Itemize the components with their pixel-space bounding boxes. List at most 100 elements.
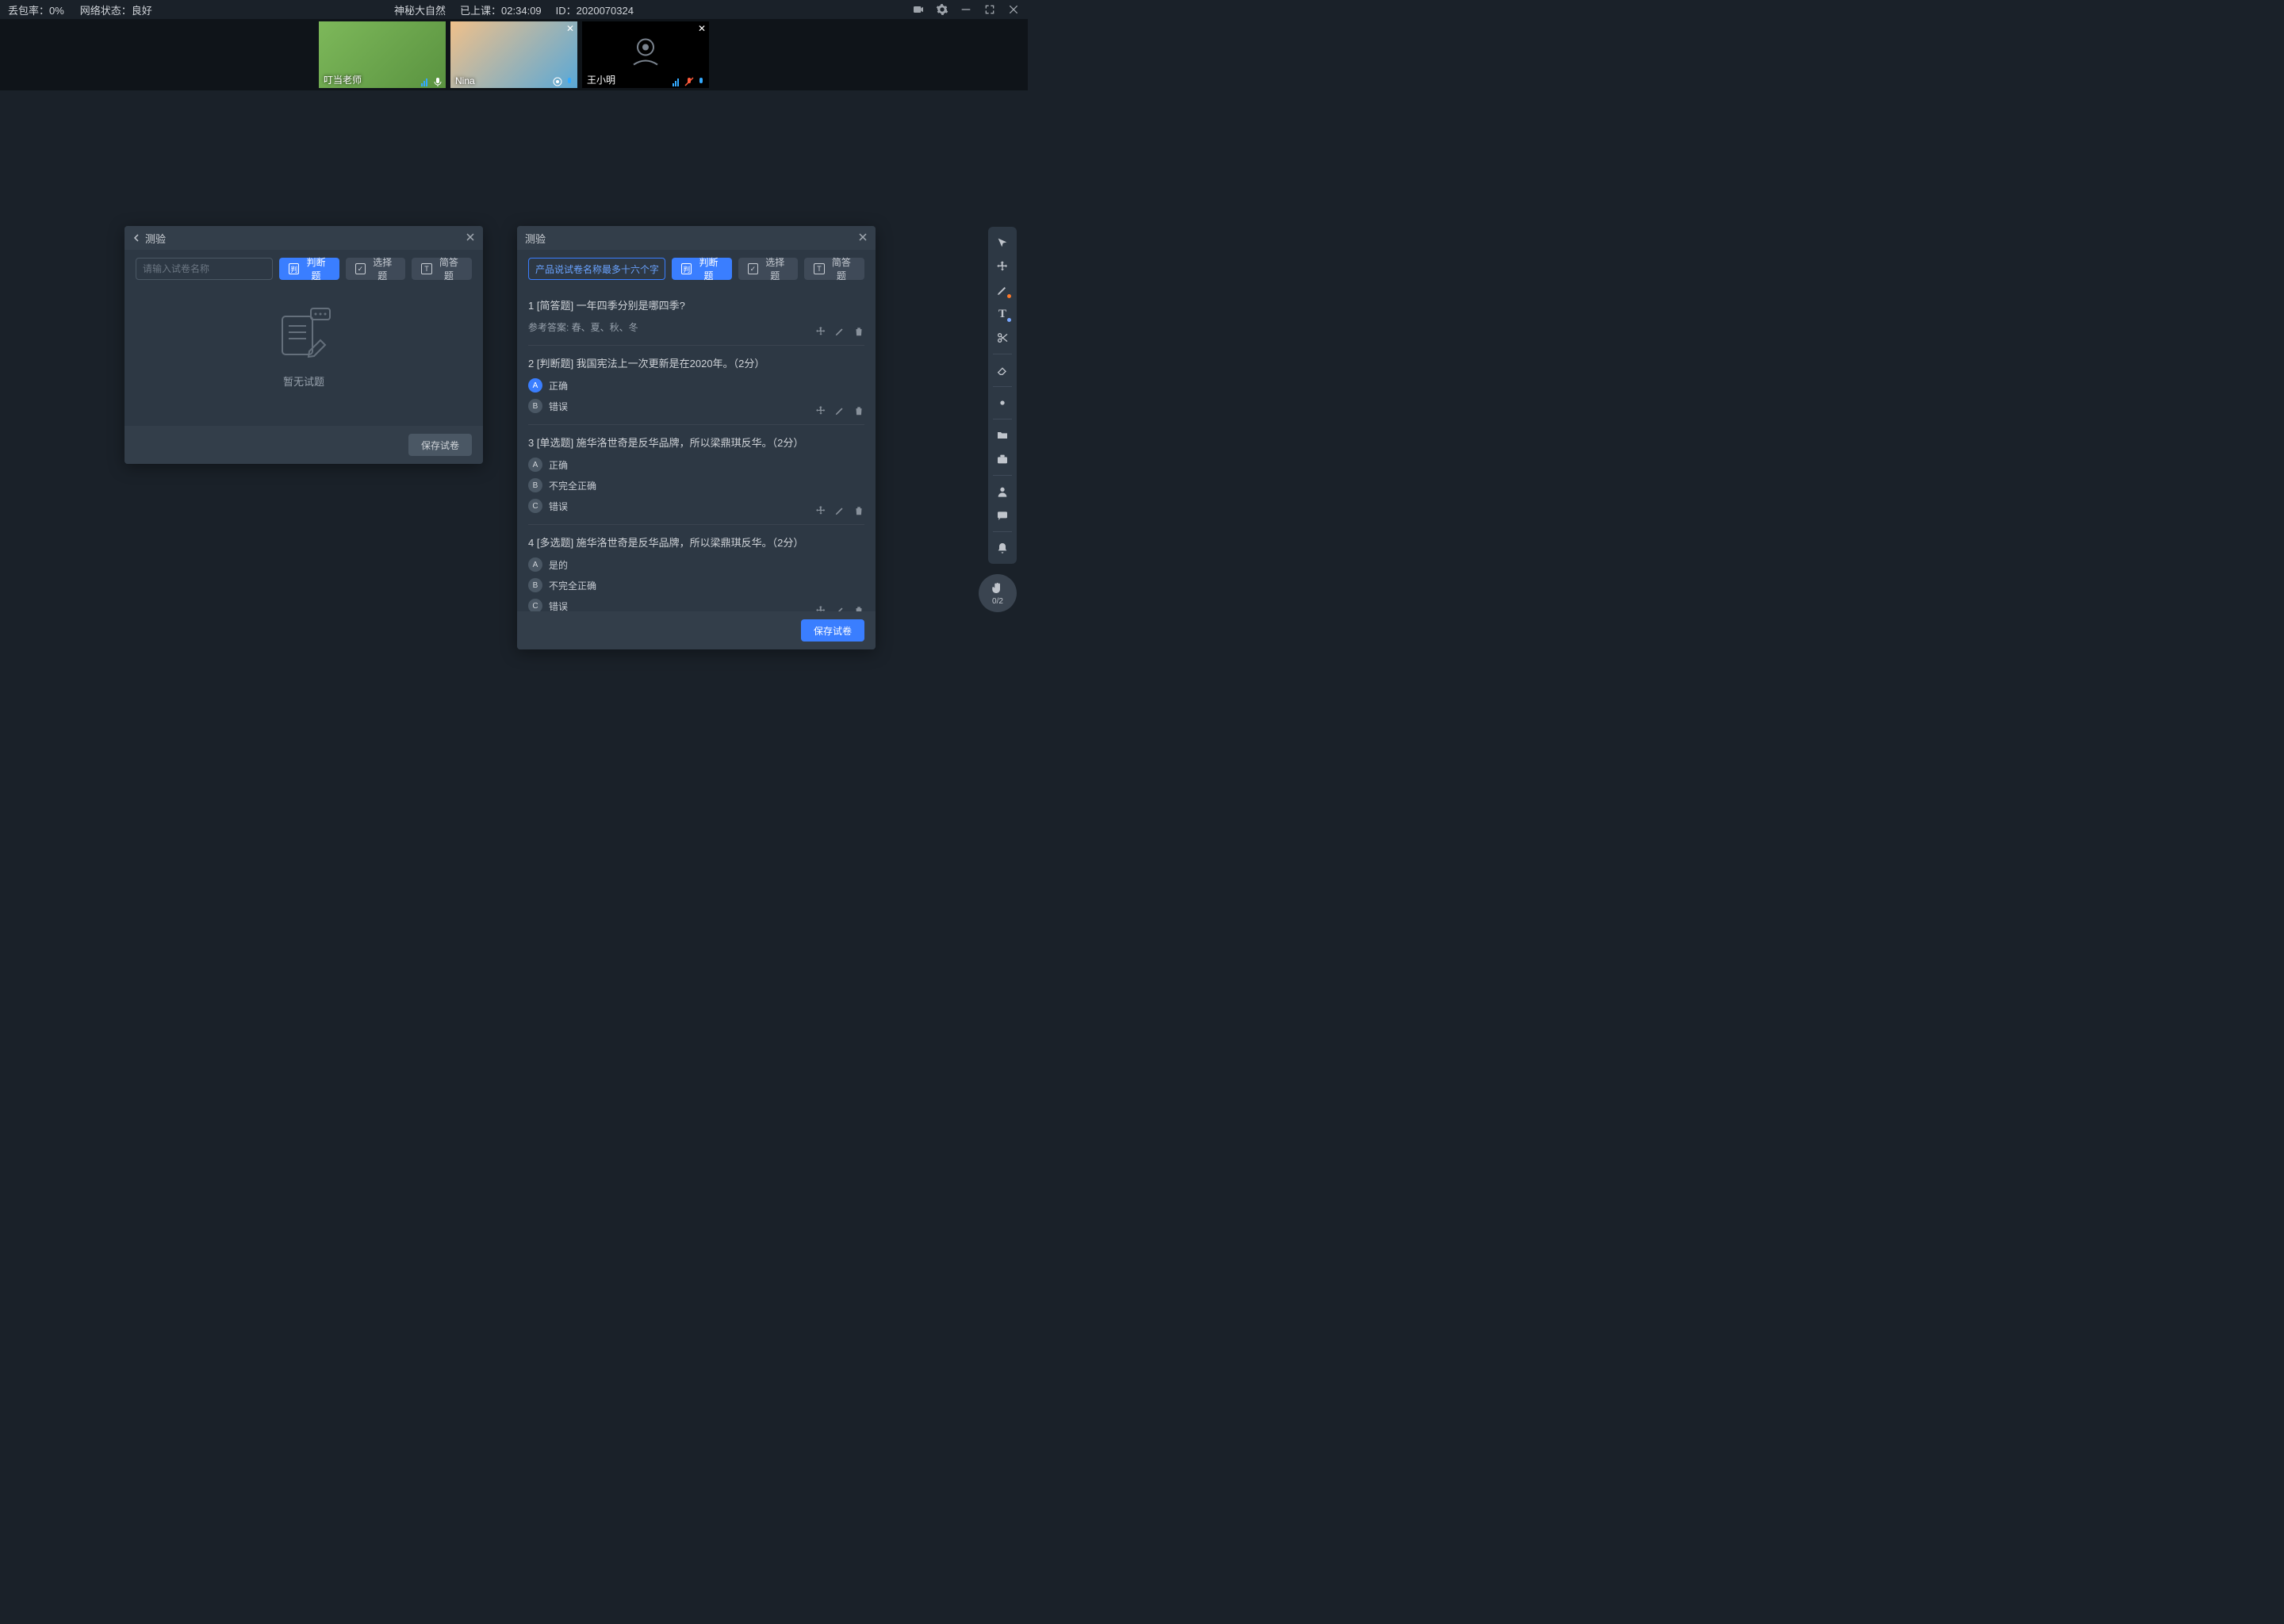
toolbox-tool-icon[interactable]	[991, 448, 1014, 470]
option-letter: B	[528, 399, 542, 413]
chat-tool-icon[interactable]	[991, 504, 1014, 527]
close-video-icon[interactable]: ✕	[698, 23, 706, 34]
option-letter: A	[528, 458, 542, 472]
choice-question-button[interactable]: ✓选择题	[738, 258, 799, 280]
question-item: 4 [多选题] 施华洛世奇是反华品牌，所以梁鼎琪反华。（2分） A 是的 B不完全正确…	[528, 525, 864, 611]
edit-question-icon[interactable]	[834, 326, 845, 337]
close-video-icon[interactable]: ✕	[566, 23, 574, 34]
network-status-label: 网络状态：良好	[80, 2, 152, 17]
move-question-icon[interactable]	[815, 405, 826, 416]
quiz-name-input[interactable]	[528, 258, 665, 280]
record-icon[interactable]	[912, 3, 925, 16]
question-heading: 1 [简答题] 一年四季分别是哪四季?	[528, 297, 864, 312]
fullscreen-icon[interactable]	[983, 3, 996, 16]
question-heading: 4 [多选题] 施华洛世奇是反华品牌，所以梁鼎琪反华。（2分）	[528, 534, 864, 550]
folder-tool-icon[interactable]	[991, 424, 1014, 446]
elapsed-time-label: 已上课：02:34:09	[460, 2, 542, 17]
move-question-icon[interactable]	[815, 505, 826, 516]
pointer-tool-icon[interactable]	[991, 232, 1014, 254]
video-tile[interactable]: ✕ Nina	[450, 21, 577, 88]
drawing-toolbar: T	[988, 227, 1017, 564]
mic-icon	[565, 77, 574, 86]
option-letter: A	[528, 557, 542, 572]
minimize-icon[interactable]	[960, 3, 972, 16]
mic-muted-icon	[684, 77, 694, 86]
edit-question-icon[interactable]	[834, 605, 845, 611]
brightness-tool-icon[interactable]	[991, 392, 1014, 414]
short-answer-button[interactable]: T简答题	[412, 258, 472, 280]
mic-icon	[433, 77, 443, 86]
delete-question-icon[interactable]	[853, 326, 864, 337]
close-panel-icon[interactable]	[858, 232, 868, 244]
question-item: 3 [单选题] 施华洛世奇是反华品牌，所以梁鼎琪反华。（2分） A 正确 B 不完全正确…	[528, 425, 864, 525]
raise-hand-count: 0/2	[992, 597, 1003, 606]
edit-question-icon[interactable]	[834, 505, 845, 516]
option-text: 错误	[549, 400, 568, 413]
option-text: 正确	[549, 379, 568, 393]
choice-question-button[interactable]: ✓选择题	[346, 258, 406, 280]
option-letter: B	[528, 578, 542, 592]
option-letter: A	[528, 378, 542, 393]
panel-title: 测验	[145, 231, 466, 246]
option-text: 错误	[549, 500, 568, 513]
question-item: 2 [判断题] 我国宪法上一次更新是在2020年。（2分）A正确B错误	[528, 346, 864, 425]
target-icon	[553, 77, 562, 86]
answer-reference: 参考答案: 春、夏、秋、冬	[528, 320, 864, 334]
delete-question-icon[interactable]	[853, 405, 864, 416]
hand-icon	[991, 581, 1005, 596]
eraser-tool-icon[interactable]	[991, 359, 1014, 381]
move-question-icon[interactable]	[815, 605, 826, 611]
top-status-bar: 丢包率：0% 网络状态：良好 神秘大自然 已上课：02:34:09 ID：202…	[0, 0, 1028, 19]
close-panel-icon[interactable]	[466, 232, 475, 244]
participant-name: Nina	[450, 74, 480, 88]
scissors-tool-icon[interactable]	[991, 327, 1014, 349]
bell-tool-icon[interactable]	[991, 537, 1014, 559]
empty-state: 暂无试题	[136, 288, 472, 407]
back-icon[interactable]	[132, 232, 140, 244]
signal-icon	[673, 77, 682, 86]
course-title: 神秘大自然	[394, 2, 446, 17]
close-window-icon[interactable]	[1007, 3, 1020, 16]
settings-icon[interactable]	[936, 3, 948, 16]
option-row[interactable]: C 错误	[528, 499, 864, 513]
save-quiz-button[interactable]: 保存试卷	[408, 434, 472, 456]
quiz-name-input[interactable]	[136, 258, 273, 280]
packet-loss-label: 丢包率：0%	[8, 2, 64, 17]
move-question-icon[interactable]	[815, 326, 826, 337]
option-text: 不完全正确	[549, 479, 596, 492]
delete-question-icon[interactable]	[853, 605, 864, 611]
save-quiz-button[interactable]: 保存试卷	[801, 619, 864, 642]
option-row[interactable]: B 错误	[528, 399, 864, 413]
video-tile[interactable]: ✕ 王小明	[582, 21, 709, 88]
judge-question-button[interactable]: 判判断题	[672, 258, 732, 280]
user-tool-icon[interactable]	[991, 481, 1014, 503]
quiz-panel-empty: 测验 判判断题 ✓选择题 T简答题 暂无试题 保存试卷	[125, 226, 483, 464]
mic-icon	[696, 77, 706, 86]
judge-question-button[interactable]: 判判断题	[279, 258, 339, 280]
option-row[interactable]: B 不完全正确	[528, 478, 864, 492]
participant-name: 叮当老师	[319, 71, 366, 88]
text-tool-icon[interactable]: T	[991, 303, 1014, 325]
option-text: 错误	[549, 599, 568, 612]
empty-illustration-icon	[268, 307, 339, 362]
raise-hand-button[interactable]: 0/2	[979, 574, 1017, 612]
panel-title: 测验	[525, 231, 858, 246]
move-tool-icon[interactable]	[991, 255, 1014, 278]
option-row[interactable]: C错误	[528, 599, 864, 611]
option-text: 正确	[549, 458, 568, 472]
pen-tool-icon[interactable]	[991, 279, 1014, 301]
option-row[interactable]: B不完全正确	[528, 578, 864, 592]
option-letter: C	[528, 499, 542, 513]
session-id-label: ID：2020070324	[556, 2, 634, 17]
edit-question-icon[interactable]	[834, 405, 845, 416]
delete-question-icon[interactable]	[853, 505, 864, 516]
short-answer-button[interactable]: T简答题	[804, 258, 864, 280]
option-letter: B	[528, 478, 542, 492]
option-row[interactable]: A 正确	[528, 378, 864, 393]
question-item: 1 [简答题] 一年四季分别是哪四季? 参考答案: 春、夏、秋、冬	[528, 288, 864, 346]
option-row[interactable]: A 正确	[528, 458, 864, 472]
question-heading: 3 [单选题] 施华洛世奇是反华品牌，所以梁鼎琪反华。（2分）	[528, 435, 864, 450]
video-tile[interactable]: 叮当老师	[319, 21, 446, 88]
option-row[interactable]: A 是的	[528, 557, 864, 572]
option-text: 是的	[549, 558, 568, 572]
